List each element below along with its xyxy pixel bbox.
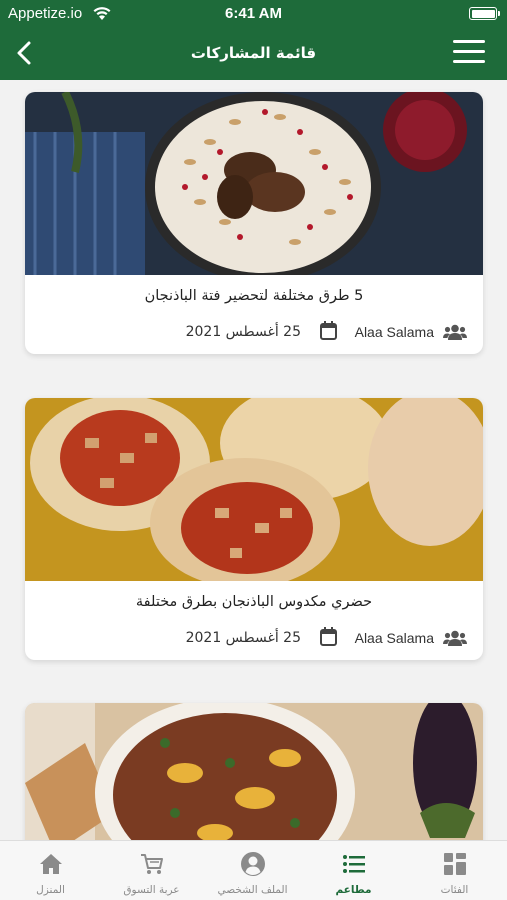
post-author: Alaa Salama bbox=[354, 324, 434, 340]
users-icon bbox=[443, 630, 467, 646]
users-icon bbox=[443, 324, 467, 340]
post-author: Alaa Salama bbox=[354, 630, 434, 646]
list-icon bbox=[342, 855, 365, 873]
post-image bbox=[25, 92, 483, 275]
profile-icon bbox=[240, 852, 265, 876]
tab-profile[interactable]: الملف الشخصي bbox=[202, 841, 303, 900]
tab-label: المنزل bbox=[36, 884, 65, 896]
clock: 6:41 AM bbox=[225, 5, 282, 22]
post-date: 25 أغسطس 2021 bbox=[185, 630, 301, 646]
page-title: قائمة المشاركات bbox=[190, 44, 317, 62]
post-title[interactable]: 5 طرق مختلفة لتحضير فتة الباذنجان bbox=[25, 288, 483, 308]
header: قائمة المشاركات bbox=[0, 28, 507, 80]
posts-list[interactable]: 5 طرق مختلفة لتحضير فتة الباذنجان Alaa S… bbox=[0, 80, 507, 840]
tab-label: مطاعم bbox=[335, 884, 372, 896]
calendar-icon bbox=[320, 321, 337, 340]
cart-icon bbox=[140, 854, 163, 874]
post-image bbox=[25, 703, 483, 840]
post-card[interactable]: حضري مكدوس الباذنجان بطرق مختلفة Alaa Sa… bbox=[25, 398, 483, 660]
home-icon bbox=[39, 854, 62, 874]
tab-cart[interactable]: عربة التسوق bbox=[101, 841, 202, 900]
tab-categories[interactable]: الفئات bbox=[404, 841, 505, 900]
post-title[interactable]: حضري مكدوس الباذنجان بطرق مختلفة bbox=[25, 594, 483, 614]
tab-bar: المنزل عربة التسوق الملف الشخصي مطاعم ال… bbox=[0, 840, 507, 900]
battery-icon bbox=[469, 7, 500, 20]
tab-label: عربة التسوق bbox=[123, 884, 180, 896]
post-date: 25 أغسطس 2021 bbox=[185, 324, 301, 340]
post-card[interactable]: 5 طرق مختلفة لتحضير فتة الباذنجان Alaa S… bbox=[25, 92, 483, 354]
categories-icon bbox=[443, 853, 466, 875]
post-card[interactable] bbox=[25, 703, 483, 840]
tab-restaurants[interactable]: مطاعم bbox=[303, 841, 404, 900]
tab-label: الملف الشخصي bbox=[217, 884, 288, 896]
tab-label: الفئات bbox=[440, 884, 469, 896]
calendar-icon bbox=[320, 627, 337, 646]
hamburger-menu-icon[interactable] bbox=[453, 40, 485, 66]
post-meta: Alaa Salama 25 أغسطس 2021 bbox=[25, 308, 483, 354]
tab-home[interactable]: المنزل bbox=[0, 841, 101, 900]
status-bar: Appetize.io 6:41 AM bbox=[0, 0, 507, 28]
post-meta: Alaa Salama 25 أغسطس 2021 bbox=[25, 614, 483, 660]
post-image bbox=[25, 398, 483, 581]
